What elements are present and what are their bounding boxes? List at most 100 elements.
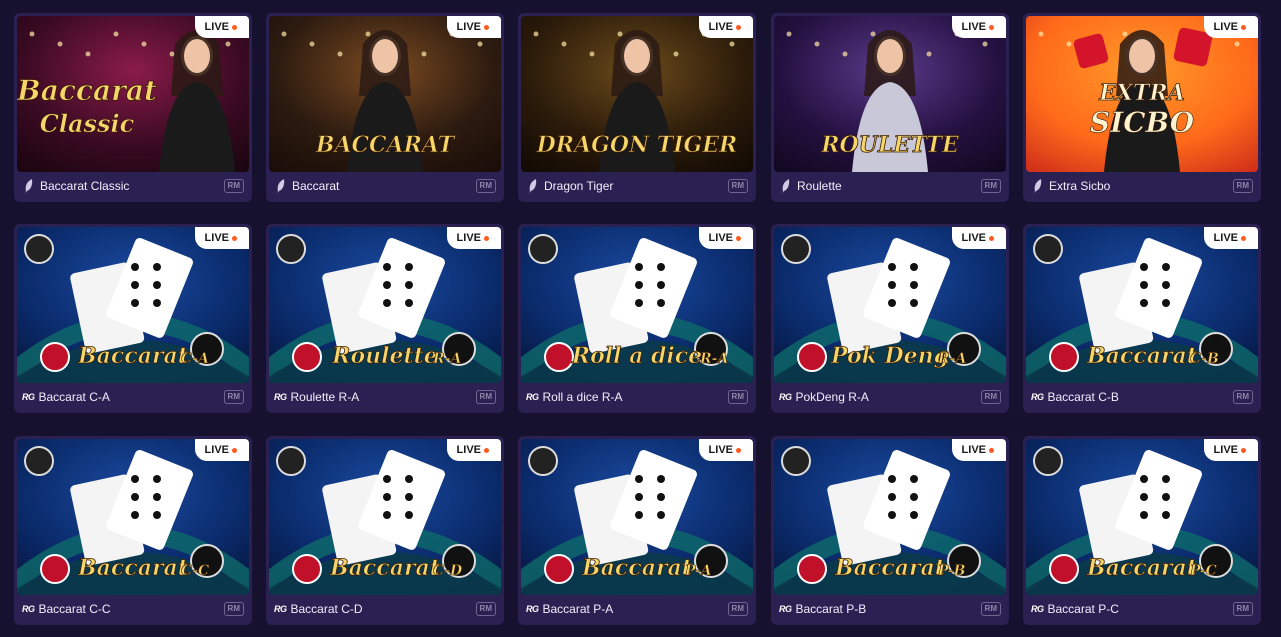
rm-badge: RM <box>727 390 748 404</box>
game-card[interactable]: Baccarat P-B LIVE RG Baccarat P-B RM <box>771 436 1009 625</box>
game-artwork: BaccaratC-B <box>1026 227 1258 383</box>
live-dot-icon <box>484 24 489 30</box>
rm-badge: RM <box>475 179 496 193</box>
game-thumbnail[interactable]: Baccarat P-B LIVE <box>774 439 1006 595</box>
rm-badge: RM <box>475 602 496 616</box>
game-card[interactable]: Roulette R-A LIVE RG Roulette R-A RM <box>266 224 504 413</box>
game-thumbnail[interactable]: Roll a dice R-A LIVE <box>521 227 753 383</box>
game-name[interactable]: Baccarat C-B <box>1048 390 1119 404</box>
art-subtitle: Classic <box>40 109 135 138</box>
provider-rg-icon: RG <box>22 392 35 402</box>
live-dot-icon <box>1241 235 1246 241</box>
live-label: LIVE <box>961 444 986 456</box>
game-card[interactable]: Baccarat C-D LIVE RG Baccarat C-D RM <box>266 436 504 625</box>
game-thumbnail[interactable]: EXTRA SICBO LIVE <box>1026 16 1258 172</box>
live-badge: LIVE <box>951 227 1006 249</box>
game-card[interactable]: Pok Deng R-A LIVE RG PokDeng R-A RM <box>771 224 1009 413</box>
game-name[interactable]: Baccarat P-C <box>1048 602 1119 616</box>
game-name[interactable]: Baccarat P-A <box>543 602 614 616</box>
rm-badge: RM <box>1232 602 1253 616</box>
provider-feather-icon <box>1031 179 1045 193</box>
game-name[interactable]: Baccarat C-C <box>39 602 111 616</box>
art-subtitle: C-A <box>181 351 209 367</box>
game-name[interactable]: Roulette R-A <box>291 390 360 404</box>
provider-feather-icon <box>22 179 36 193</box>
live-badge: LIVE <box>1203 16 1258 38</box>
game-card[interactable]: Baccarat C-A LIVE RG Baccarat C-A RM <box>14 224 252 413</box>
game-thumbnail[interactable]: Baccarat C-A LIVE <box>17 227 249 383</box>
game-card[interactable]: Roll a dice R-A LIVE RG Roll a dice R-A RM <box>518 224 756 413</box>
game-caption: RG Baccarat P-C RM <box>1031 599 1253 619</box>
game-caption: RG Baccarat C-A RM <box>22 387 244 407</box>
live-label: LIVE <box>456 444 481 456</box>
live-badge: LIVE <box>446 439 501 461</box>
art-subtitle: C-B <box>1190 351 1219 367</box>
rm-badge: RM <box>727 179 748 193</box>
art-title: Roulette <box>331 343 438 369</box>
game-caption: Roulette RM <box>779 176 1001 196</box>
game-card[interactable]: Baccarat C-C LIVE RG Baccarat C-C RM <box>14 436 252 625</box>
game-name[interactable]: Roll a dice R-A <box>543 390 623 404</box>
game-name[interactable]: PokDeng R-A <box>796 390 869 404</box>
live-dot-icon <box>989 24 994 30</box>
game-card[interactable]: Baccarat Classic LIVE Baccarat Classic RM <box>14 13 252 202</box>
provider-feather-icon <box>779 179 793 193</box>
game-name[interactable]: Baccarat P-B <box>796 602 867 616</box>
game-thumbnail[interactable]: Baccarat Classic LIVE <box>17 16 249 172</box>
game-thumbnail[interactable]: DRAGON TIGER LIVE <box>521 16 753 172</box>
art-title: Roll a dice <box>571 343 702 369</box>
game-artwork: RouletteR-A <box>269 227 501 383</box>
game-caption: RG Baccarat C-B RM <box>1031 387 1253 407</box>
live-label: LIVE <box>456 21 481 33</box>
game-name[interactable]: Dragon Tiger <box>544 179 613 193</box>
game-thumbnail[interactable]: Pok Deng R-A LIVE <box>774 227 1006 383</box>
game-name[interactable]: Baccarat C-D <box>291 602 363 616</box>
live-badge: LIVE <box>1203 227 1258 249</box>
game-thumbnail[interactable]: Baccarat C-C LIVE <box>17 439 249 595</box>
game-card[interactable]: Baccarat P-C LIVE RG Baccarat P-C RM <box>1023 436 1261 625</box>
live-badge: LIVE <box>446 227 501 249</box>
provider-rg-icon: RG <box>22 604 35 614</box>
game-name[interactable]: Baccarat Classic <box>40 179 129 193</box>
game-caption: RG Baccarat C-D RM <box>274 599 496 619</box>
rm-badge: RM <box>980 390 1001 404</box>
art-title: BACCARAT <box>315 132 456 158</box>
provider-feather-icon <box>526 179 540 193</box>
game-thumbnail[interactable]: Baccarat P-A LIVE <box>521 439 753 595</box>
art-title: Baccarat <box>834 555 945 581</box>
game-thumbnail[interactable]: Baccarat P-C LIVE <box>1026 439 1258 595</box>
live-dot-icon <box>1241 447 1246 453</box>
live-label: LIVE <box>961 21 986 33</box>
game-thumbnail[interactable]: Baccarat C-B LIVE <box>1026 227 1258 383</box>
game-caption: RG Roulette R-A RM <box>274 387 496 407</box>
game-thumbnail[interactable]: BACCARAT LIVE <box>269 16 501 172</box>
game-name[interactable]: Roulette <box>797 179 842 193</box>
live-dot-icon <box>232 447 237 453</box>
game-card[interactable]: BACCARAT LIVE Baccarat RM <box>266 13 504 202</box>
game-name[interactable]: Baccarat <box>292 179 339 193</box>
live-dot-icon <box>1241 24 1246 30</box>
game-thumbnail[interactable]: Baccarat C-D LIVE <box>269 439 501 595</box>
rm-badge: RM <box>223 602 244 616</box>
game-artwork: Pok DengR-A <box>774 227 1006 383</box>
live-badge: LIVE <box>698 227 753 249</box>
game-card[interactable]: EXTRA SICBO LIVE Extra Sicbo RM <box>1023 13 1261 202</box>
game-thumbnail[interactable]: ROULETTE LIVE <box>774 16 1006 172</box>
game-card[interactable]: Baccarat P-A LIVE RG Baccarat P-A RM <box>518 436 756 625</box>
game-caption: Baccarat Classic RM <box>22 176 244 196</box>
live-label: LIVE <box>1213 232 1238 244</box>
game-name[interactable]: Extra Sicbo <box>1049 179 1110 193</box>
game-card[interactable]: Baccarat C-B LIVE RG Baccarat C-B RM <box>1023 224 1261 413</box>
game-caption: RG Roll a dice R-A RM <box>526 387 748 407</box>
art-subtitle: P-A <box>684 563 712 579</box>
live-label: LIVE <box>204 444 229 456</box>
art-subtitle: SICBO <box>1090 106 1195 139</box>
live-badge: LIVE <box>194 16 249 38</box>
provider-rg-icon: RG <box>274 604 287 614</box>
game-thumbnail[interactable]: Roulette R-A LIVE <box>269 227 501 383</box>
game-name[interactable]: Baccarat C-A <box>39 390 110 404</box>
game-artwork: Roll a diceR-A <box>521 227 753 383</box>
game-card[interactable]: DRAGON TIGER LIVE Dragon Tiger RM <box>518 13 756 202</box>
game-card[interactable]: ROULETTE LIVE Roulette RM <box>771 13 1009 202</box>
live-dot-icon <box>736 235 741 241</box>
